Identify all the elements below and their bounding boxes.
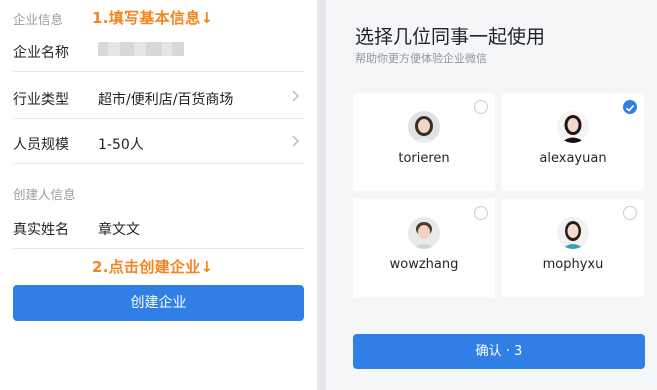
company-size-label: 人员规模 (13, 137, 69, 153)
page-subtitle: 帮助你更方便体验企业微信 (355, 52, 487, 65)
select-radio[interactable] (623, 206, 637, 220)
colleague-card[interactable]: torieren (353, 93, 495, 191)
colleague-name: alexayuan (539, 151, 607, 166)
avatar (557, 111, 589, 143)
colleague-name: mophyxu (542, 257, 604, 272)
panel-divider (317, 0, 326, 390)
create-company-form: 企业信息 1.填写基本信息↓ 企业名称 行业类型 超市/便利店/百货商场 人员规… (0, 0, 317, 390)
company-name-row[interactable]: 企业名称 (13, 28, 304, 72)
colleague-name: torieren (398, 151, 450, 166)
avatar (408, 111, 440, 143)
select-radio[interactable] (474, 206, 488, 220)
annotation-step-2: 2.点击创建企业↓ (92, 258, 214, 276)
chevron-right-icon (292, 90, 300, 102)
industry-row[interactable]: 行业类型 超市/便利店/百货商场 (13, 75, 304, 119)
company-name-blurred-value[interactable] (98, 40, 186, 58)
avatar (408, 217, 440, 249)
page-title: 选择几位同事一起使用 (355, 26, 546, 48)
screen: 企业信息 1.填写基本信息↓ 企业名称 行业类型 超市/便利店/百货商场 人员规… (0, 0, 657, 390)
real-name-row[interactable]: 真实姓名 章文文 (13, 205, 304, 249)
avatar (557, 217, 589, 249)
colleague-card[interactable]: alexayuan (502, 93, 644, 191)
select-colleagues-panel: 选择几位同事一起使用 帮助你更方便体验企业微信 torieren alexayu… (326, 0, 657, 390)
check-icon (625, 105, 635, 112)
annotation-step-1: 1.填写基本信息↓ (92, 9, 214, 27)
company-size-value: 1-50人 (98, 137, 144, 153)
confirm-button[interactable]: 确认 · 3 (353, 334, 645, 369)
industry-value: 超市/便利店/百货商场 (98, 92, 234, 108)
real-name-value: 章文文 (98, 222, 140, 238)
colleague-card[interactable]: wowzhang (353, 199, 495, 297)
industry-label: 行业类型 (13, 92, 69, 108)
section-company-info: 企业信息 (13, 12, 64, 27)
colleague-card[interactable]: mophyxu (502, 199, 644, 297)
colleague-name: wowzhang (389, 257, 459, 272)
section-creator-info: 创建人信息 (13, 187, 76, 202)
company-name-label: 企业名称 (13, 45, 69, 61)
select-radio-checked[interactable] (623, 100, 637, 114)
select-radio[interactable] (474, 100, 488, 114)
real-name-label: 真实姓名 (13, 222, 69, 238)
create-company-button[interactable]: 创建企业 (13, 285, 304, 321)
chevron-right-icon (292, 135, 300, 147)
company-size-row[interactable]: 人员规模 1-50人 (13, 120, 304, 164)
